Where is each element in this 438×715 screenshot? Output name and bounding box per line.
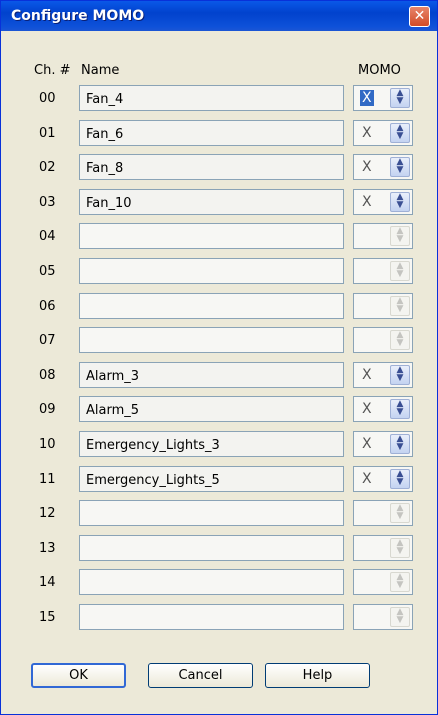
- channel-name-field[interactable]: Alarm_5: [79, 396, 344, 423]
- channel-row: 10 Emergency_Lights_3 X ▲ ▼: [1, 431, 437, 459]
- channel-name-field[interactable]: [79, 223, 344, 250]
- momo-spinbox: ▲ ▼: [353, 223, 413, 250]
- channel-number: 05: [39, 264, 56, 279]
- channel-number: 14: [39, 575, 56, 591]
- momo-spinbox: ▲ ▼: [353, 292, 413, 319]
- channel-row: 02 Fan_8 X ▲ ▼: [1, 154, 437, 182]
- channel-row: 09 Alarm_5 X ▲ ▼: [1, 396, 437, 424]
- name-column-header: Name: [81, 63, 120, 78]
- channel-name-field[interactable]: [79, 500, 344, 527]
- momo-column-header: MOMO: [358, 63, 401, 78]
- channel-name-field[interactable]: Fan_10: [79, 188, 344, 215]
- momo-spinbox: ▲ ▼: [353, 569, 413, 596]
- channel-number: 10: [39, 437, 56, 452]
- channel-number: 07: [39, 333, 56, 349]
- spin-arrows-icon[interactable]: ▲ ▼: [390, 157, 410, 178]
- channel-name-field[interactable]: Fan_8: [79, 154, 344, 181]
- momo-value: X: [362, 193, 372, 210]
- channel-name-field[interactable]: Fan_4: [79, 85, 344, 111]
- channel-number: 03: [39, 194, 56, 210]
- momo-spinbox[interactable]: X ▲ ▼: [353, 361, 413, 388]
- channel-row: 14 ▲ ▼: [1, 569, 437, 597]
- spin-arrows-icon[interactable]: ▲ ▼: [390, 191, 410, 212]
- channel-name-field[interactable]: Alarm_3: [79, 361, 344, 388]
- channel-number: 11: [39, 471, 56, 487]
- spin-arrows-icon: ▲ ▼: [390, 572, 410, 593]
- momo-spinbox: ▲ ▼: [353, 604, 413, 630]
- help-button[interactable]: Help: [265, 663, 370, 688]
- spin-arrows-icon[interactable]: ▲ ▼: [390, 364, 410, 385]
- channel-row: 11 Emergency_Lights_5 X ▲ ▼: [1, 465, 437, 494]
- momo-spinbox: ▲ ▼: [353, 327, 413, 354]
- configure-momo-dialog: Configure MOMO ✕ Ch. # Name MOMO 00 Fan_4…: [0, 0, 438, 715]
- spin-arrows-icon: ▲ ▼: [390, 537, 410, 558]
- channel-row: 12 ▲ ▼: [1, 500, 437, 528]
- cancel-button[interactable]: Cancel: [148, 663, 253, 688]
- spin-arrows-icon: ▲ ▼: [390, 295, 410, 316]
- channel-number: 09: [39, 402, 56, 418]
- channel-name-field[interactable]: [79, 569, 344, 596]
- momo-value: X: [360, 90, 374, 106]
- spin-arrows-icon[interactable]: ▲ ▼: [390, 399, 410, 420]
- channel-number: 04: [39, 229, 56, 245]
- channel-name-field[interactable]: [79, 292, 344, 319]
- momo-value: X: [362, 436, 372, 452]
- channel-number: 08: [39, 367, 56, 383]
- channel-row: 08 Alarm_3 X ▲ ▼: [1, 361, 437, 390]
- spin-arrows-icon: ▲ ▼: [390, 330, 410, 351]
- channel-number: 02: [39, 160, 56, 176]
- channel-number: 00: [39, 91, 56, 106]
- momo-spinbox[interactable]: X ▲ ▼: [353, 396, 413, 423]
- channel-row: 00 Fan_4 X ▲ ▼: [1, 85, 437, 113]
- ok-button[interactable]: OK: [31, 663, 126, 688]
- momo-spinbox[interactable]: X ▲ ▼: [353, 465, 413, 492]
- momo-spinbox: ▲ ▼: [353, 500, 413, 527]
- momo-spinbox[interactable]: X ▲ ▼: [353, 188, 413, 215]
- momo-value: X: [362, 470, 372, 487]
- channel-row: 15 ▲ ▼: [1, 604, 437, 632]
- momo-spinbox: ▲ ▼: [353, 258, 413, 284]
- channel-name-field[interactable]: [79, 258, 344, 284]
- close-icon[interactable]: ✕: [409, 6, 430, 27]
- channel-number: 06: [39, 298, 56, 314]
- channel-row: 01 Fan_6 X ▲ ▼: [1, 119, 437, 148]
- channel-row: 07 ▲ ▼: [1, 327, 437, 355]
- channel-row: 06 ▲ ▼: [1, 292, 437, 321]
- channel-column-header: Ch. #: [34, 63, 71, 78]
- channel-row: 05 ▲ ▼: [1, 258, 437, 286]
- channel-row: 03 Fan_10 X ▲ ▼: [1, 188, 437, 217]
- channel-number: 13: [39, 540, 56, 556]
- spin-arrows-icon[interactable]: ▲ ▼: [390, 468, 410, 489]
- channel-name-field[interactable]: [79, 327, 344, 354]
- spin-arrows-icon: ▲ ▼: [390, 503, 410, 524]
- momo-value: X: [362, 366, 372, 383]
- channel-row: 04 ▲ ▼: [1, 223, 437, 251]
- spin-arrows-icon[interactable]: ▲ ▼: [390, 122, 410, 143]
- channel-name-field[interactable]: Fan_6: [79, 119, 344, 146]
- channel-number: 12: [39, 506, 56, 522]
- momo-value: X: [362, 401, 372, 418]
- channel-number: 01: [39, 125, 56, 141]
- channel-name-field[interactable]: [79, 534, 344, 561]
- spin-arrows-icon[interactable]: ▲ ▼: [390, 88, 410, 108]
- momo-value: X: [362, 159, 372, 176]
- title-bar[interactable]: Configure MOMO ✕: [1, 1, 437, 31]
- momo-value: X: [362, 124, 372, 141]
- momo-spinbox: ▲ ▼: [353, 534, 413, 561]
- spin-arrows-icon[interactable]: ▲ ▼: [390, 434, 410, 454]
- spin-arrows-icon: ▲ ▼: [390, 226, 410, 247]
- channel-name-field[interactable]: Emergency_Lights_3: [79, 431, 344, 457]
- momo-spinbox[interactable]: X ▲ ▼: [353, 119, 413, 146]
- momo-spinbox[interactable]: X ▲ ▼: [353, 154, 413, 181]
- momo-spinbox[interactable]: X ▲ ▼: [353, 85, 413, 111]
- channel-name-field[interactable]: [79, 604, 344, 630]
- spin-arrows-icon: ▲ ▼: [390, 261, 410, 281]
- channel-name-field[interactable]: Emergency_Lights_5: [79, 465, 344, 492]
- spin-arrows-icon: ▲ ▼: [390, 607, 410, 627]
- channel-row: 13 ▲ ▼: [1, 534, 437, 563]
- momo-spinbox[interactable]: X ▲ ▼: [353, 431, 413, 457]
- dialog-title: Configure MOMO: [11, 8, 145, 24]
- channel-number: 15: [39, 610, 56, 625]
